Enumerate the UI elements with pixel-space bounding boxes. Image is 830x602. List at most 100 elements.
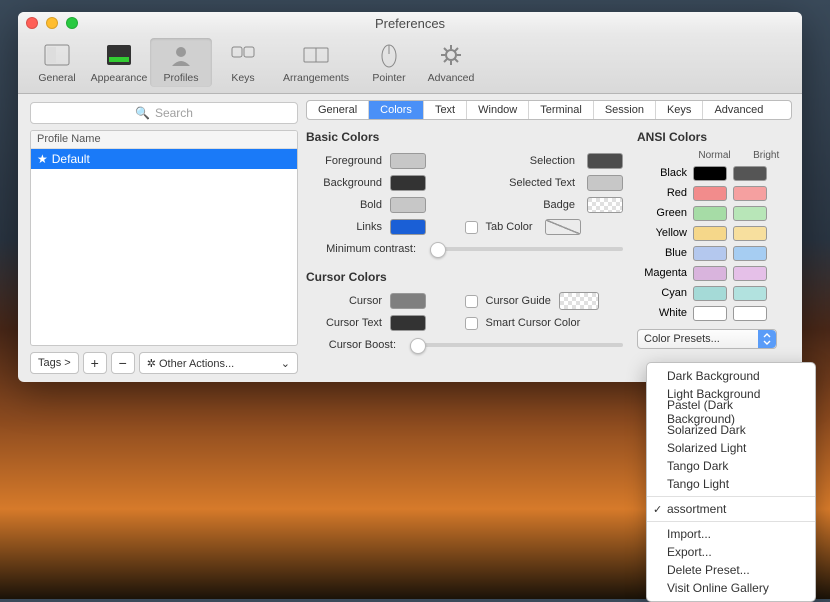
- ansi-black-normal-swatch[interactable]: [693, 166, 727, 181]
- ansi-row: Cyan: [637, 283, 792, 303]
- gear-icon: ✲: [147, 358, 156, 370]
- left-pane: 🔍 Search Profile Name ★ Default Tags > +…: [18, 94, 306, 382]
- color-presets-button[interactable]: Color Presets...: [637, 329, 777, 349]
- add-profile-button[interactable]: +: [83, 352, 107, 374]
- pointer-icon: [375, 41, 403, 69]
- cursor-swatch[interactable]: [390, 293, 426, 309]
- cursor-guide-checkbox[interactable]: [465, 295, 478, 308]
- menu-item[interactable]: Delete Preset...: [647, 561, 815, 579]
- tab-advanced[interactable]: Advanced: [703, 101, 774, 119]
- tab-keys[interactable]: Keys: [656, 101, 703, 119]
- toolbar-general[interactable]: General: [26, 38, 88, 87]
- ansi-magenta-bright-swatch[interactable]: [733, 266, 767, 281]
- arrangements-icon: [302, 41, 330, 69]
- menu-item[interactable]: Solarized Dark: [647, 421, 815, 439]
- tab-color-checkbox[interactable]: [465, 221, 478, 234]
- toolbar-profiles[interactable]: Profiles: [150, 38, 212, 87]
- ansi-cyan-bright-swatch[interactable]: [733, 286, 767, 301]
- cursor-colors-header: Cursor Colors: [306, 270, 623, 284]
- right-pane: General Colors Text Window Terminal Sess…: [306, 94, 802, 382]
- toolbar-keys[interactable]: Keys: [212, 38, 274, 87]
- ansi-yellow-bright-swatch[interactable]: [733, 226, 767, 241]
- menu-item[interactable]: Pastel (Dark Background): [647, 403, 815, 421]
- menu-separator: [647, 496, 815, 497]
- ansi-blue-normal-swatch[interactable]: [693, 246, 727, 261]
- cursor-text-swatch[interactable]: [390, 315, 426, 331]
- menu-item[interactable]: Visit Online Gallery: [647, 579, 815, 597]
- ansi-magenta-normal-swatch[interactable]: [693, 266, 727, 281]
- bold-swatch[interactable]: [390, 197, 426, 213]
- cursor-guide-swatch[interactable]: [559, 292, 599, 310]
- cursor-boost-slider[interactable]: [410, 343, 623, 347]
- ansi-white-normal-swatch[interactable]: [693, 306, 727, 321]
- ansi-white-bright-swatch[interactable]: [733, 306, 767, 321]
- toolbar-advanced[interactable]: Advanced: [420, 38, 482, 87]
- tags-button[interactable]: Tags >: [30, 352, 79, 374]
- tab-color-swatch[interactable]: [545, 219, 581, 235]
- profile-row-default[interactable]: ★ Default: [31, 149, 297, 169]
- foreground-swatch[interactable]: [390, 153, 426, 169]
- other-actions-button[interactable]: ✲ Other Actions... ⌄: [139, 352, 298, 374]
- tab-session[interactable]: Session: [594, 101, 656, 119]
- preferences-window: Preferences General Appearance Profiles …: [18, 12, 802, 382]
- badge-swatch[interactable]: [587, 197, 623, 213]
- general-icon: [43, 41, 71, 69]
- tab-colors[interactable]: Colors: [369, 101, 424, 119]
- chevron-up-down-icon: [758, 330, 776, 348]
- toolbar: General Appearance Profiles Keys Arrange…: [18, 34, 802, 94]
- menu-item[interactable]: Solarized Light: [647, 439, 815, 457]
- window-title: Preferences: [18, 16, 802, 31]
- search-input[interactable]: 🔍 Search: [30, 102, 298, 124]
- menu-item[interactable]: Export...: [647, 543, 815, 561]
- tab-terminal[interactable]: Terminal: [529, 101, 594, 119]
- chevron-down-icon: ⌄: [281, 357, 290, 370]
- min-contrast-slider[interactable]: [430, 247, 623, 251]
- ansi-colors-header: ANSI Colors: [637, 130, 792, 144]
- star-icon: ★: [37, 152, 48, 166]
- ansi-blue-bright-swatch[interactable]: [733, 246, 767, 261]
- ansi-row: White: [637, 303, 792, 323]
- menu-item[interactable]: Import...: [647, 525, 815, 543]
- tab-text[interactable]: Text: [424, 101, 467, 119]
- profiles-icon: [167, 41, 195, 69]
- ansi-row: Yellow: [637, 223, 792, 243]
- color-presets-menu: Dark BackgroundLight BackgroundPastel (D…: [646, 362, 816, 602]
- profile-list[interactable]: Profile Name ★ Default: [30, 130, 298, 346]
- ansi-black-bright-swatch[interactable]: [733, 166, 767, 181]
- menu-item[interactable]: Tango Dark: [647, 457, 815, 475]
- remove-profile-button[interactable]: −: [111, 352, 135, 374]
- smart-cursor-checkbox[interactable]: [465, 317, 478, 330]
- keys-icon: [229, 41, 257, 69]
- ansi-row: Black: [637, 163, 792, 183]
- profile-list-header: Profile Name: [31, 131, 297, 149]
- selected-text-swatch[interactable]: [587, 175, 623, 191]
- menu-item-assortment[interactable]: assortment: [647, 500, 815, 518]
- ansi-row: Blue: [637, 243, 792, 263]
- profile-tabs: General Colors Text Window Terminal Sess…: [306, 100, 792, 120]
- basic-colors-header: Basic Colors: [306, 130, 623, 144]
- selection-swatch[interactable]: [587, 153, 623, 169]
- menu-item[interactable]: Dark Background: [647, 367, 815, 385]
- titlebar: Preferences: [18, 12, 802, 34]
- tab-window[interactable]: Window: [467, 101, 529, 119]
- ansi-green-normal-swatch[interactable]: [693, 206, 727, 221]
- toolbar-arrangements[interactable]: Arrangements: [274, 38, 358, 87]
- tab-general[interactable]: General: [307, 101, 369, 119]
- menu-separator: [647, 521, 815, 522]
- menu-item[interactable]: Tango Light: [647, 475, 815, 493]
- links-swatch[interactable]: [390, 219, 426, 235]
- ansi-green-bright-swatch[interactable]: [733, 206, 767, 221]
- ansi-row: Green: [637, 203, 792, 223]
- ansi-yellow-normal-swatch[interactable]: [693, 226, 727, 241]
- toolbar-pointer[interactable]: Pointer: [358, 38, 420, 87]
- gear-icon: [437, 41, 465, 69]
- toolbar-appearance[interactable]: Appearance: [88, 38, 150, 87]
- ansi-cyan-normal-swatch[interactable]: [693, 286, 727, 301]
- ansi-red-bright-swatch[interactable]: [733, 186, 767, 201]
- ansi-red-normal-swatch[interactable]: [693, 186, 727, 201]
- background-swatch[interactable]: [390, 175, 426, 191]
- ansi-row: Magenta: [637, 263, 792, 283]
- ansi-row: Red: [637, 183, 792, 203]
- search-icon: 🔍: [135, 106, 150, 120]
- appearance-icon: [105, 41, 133, 69]
